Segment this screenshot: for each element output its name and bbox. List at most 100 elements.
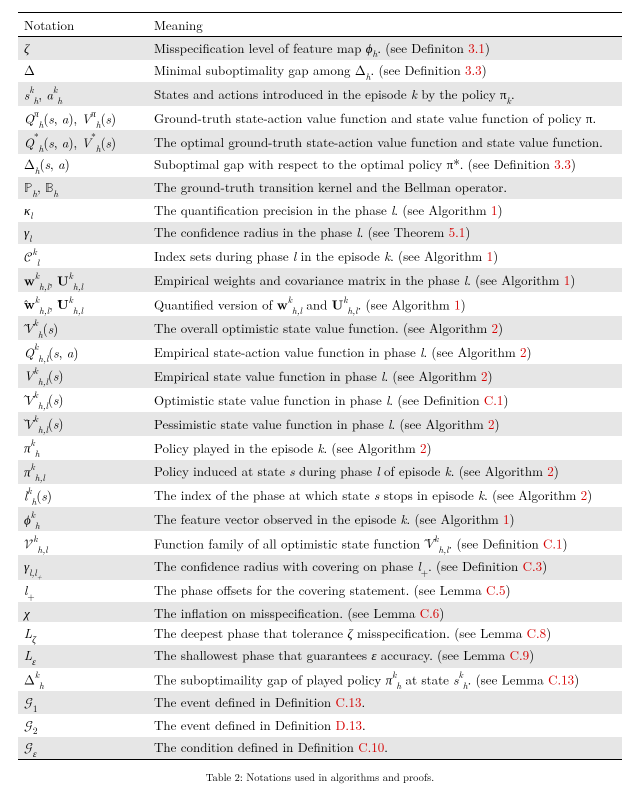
col-meaning-header: Meaning (148, 13, 622, 37)
meaning-cell: The inflation on misspecification. (see … (148, 602, 622, 622)
meaning-cell: Ground-truth state-action value function… (148, 106, 622, 130)
ref-link[interactable]: C.3 (523, 556, 543, 575)
notation-cell: Δkh (18, 668, 148, 692)
ref-link[interactable]: 1 (503, 509, 510, 528)
notation-cell: Q*h(s, a), V*h(s) (18, 130, 148, 154)
ref-link[interactable]: C.10 (358, 737, 384, 756)
table-row: wkh,l, Ukh,lEmpirical weights and covari… (18, 268, 622, 292)
ref-link[interactable]: C.13 (335, 692, 361, 711)
table-row: l+The phase offsets for the covering sta… (18, 580, 622, 603)
meaning-cell: The overall optimistic state value funct… (148, 316, 622, 340)
notation-cell: Vkh(s) (18, 316, 148, 340)
table-row: Δh(s, a)Suboptimal gap with respect to t… (18, 154, 622, 177)
ref-link[interactable]: C.6 (420, 603, 440, 622)
meaning-cell: The deepest phase that tolerance ζ missp… (148, 622, 622, 645)
table-caption: Table 2: Notations used in algorithms an… (18, 760, 622, 785)
meaning-cell: The feature vector observed in the episo… (148, 507, 622, 531)
notation-cell: Vkh,l(s) (18, 412, 148, 436)
table-row: ϕkhThe feature vector observed in the ep… (18, 507, 622, 531)
ref-link[interactable]: 2 (420, 438, 427, 457)
table-row: Vkh,l(s)Optimistic state value function … (18, 388, 622, 412)
meaning-cell: The index of the phase at which state s … (148, 484, 622, 508)
ref-link[interactable]: C.13 (548, 669, 574, 688)
ref-link[interactable]: C.8 (527, 623, 547, 642)
meaning-cell: Misspecification level of feature map ϕh… (148, 37, 622, 60)
table-row: Vkh,l(s)Pessimistic state value function… (18, 412, 622, 436)
table-row: Q*h(s, a), V*h(s)The optimal ground-trut… (18, 130, 622, 154)
ref-link[interactable]: 1 (491, 200, 498, 219)
table-row: 𝒢2The event defined in Definition D.13. (18, 714, 622, 737)
ref-link[interactable]: 2 (488, 414, 495, 433)
meaning-cell: Policy induced at state s during phase l… (148, 460, 622, 484)
meaning-cell: The event defined in Definition C.13. (148, 691, 622, 714)
table-row: χThe inflation on misspecification. (see… (18, 602, 622, 622)
meaning-cell: Minimal suboptimality gap among Δh. (see… (148, 60, 622, 83)
meaning-cell: Suboptimal gap with respect to the optim… (148, 154, 622, 177)
table-row: 𝒢1The event defined in Definition C.13. (18, 691, 622, 714)
meaning-cell: Index sets during phase l in the episode… (148, 244, 622, 268)
col-notation-header: Notation (18, 13, 148, 37)
table-row: ℙh, 𝔹hThe ground-truth transition kernel… (18, 177, 622, 200)
table-row: skh, akhStates and actions introduced in… (18, 82, 622, 106)
meaning-cell: The confidence radius in the phase l. (s… (148, 222, 622, 245)
notation-cell: Δh(s, a) (18, 154, 148, 177)
table-row: ζMisspecification level of feature map ϕ… (18, 37, 622, 60)
ref-link[interactable]: 1 (564, 270, 571, 289)
meaning-cell: Policy played in the episode k. (see Alg… (148, 436, 622, 460)
table-row: γl,l+The confidence radius with covering… (18, 555, 622, 579)
meaning-cell: The ground-truth transition kernel and t… (148, 177, 622, 200)
ref-link[interactable]: 1 (454, 294, 461, 313)
ref-link[interactable]: 1 (487, 246, 494, 265)
notation-cell: Lζ (18, 622, 148, 645)
ref-link[interactable]: 2 (520, 342, 527, 361)
table-row: Qπh(s, a), Vπh(s)Ground-truth state-acti… (18, 106, 622, 130)
meaning-cell: Quantified version of wkh,l and Ukh,l. (… (148, 292, 622, 316)
table-header-row: Notation Meaning (18, 13, 622, 37)
ref-link[interactable]: 3.1 (468, 38, 485, 57)
table-row: πkh,lPolicy induced at state s during ph… (18, 460, 622, 484)
meaning-cell: Empirical state value function in phase … (148, 364, 622, 388)
table-row: 𝒞klIndex sets during phase l in the epis… (18, 244, 622, 268)
notation-cell: Vkh,l(s) (18, 364, 148, 388)
table-row: Vkh,l(s)Empirical state value function i… (18, 364, 622, 388)
notation-cell: Lε (18, 645, 148, 668)
ref-link[interactable]: 3.3 (465, 60, 482, 79)
notation-cell: Qπh(s, a), Vπh(s) (18, 106, 148, 130)
meaning-cell: Empirical weights and covariance matrix … (148, 268, 622, 292)
meaning-cell: States and actions introduced in the epi… (148, 82, 622, 106)
table-row: LεThe shallowest phase that guarantees ε… (18, 645, 622, 668)
meaning-cell: The shallowest phase that guarantees ε a… (148, 645, 622, 668)
ref-link[interactable]: C.1 (484, 390, 504, 409)
meaning-cell: The quantification precision in the phas… (148, 199, 622, 222)
ref-link[interactable]: 3.3 (554, 154, 571, 173)
meaning-cell: Optimistic state value function in phase… (148, 388, 622, 412)
notation-cell: 𝒞kl (18, 244, 148, 268)
ref-link[interactable]: C.5 (486, 580, 506, 599)
ref-link[interactable]: 2 (492, 318, 499, 337)
ref-link[interactable]: 2 (481, 366, 488, 385)
page: Notation Meaning ζMisspecification level… (0, 0, 640, 793)
notation-cell: πkh (18, 436, 148, 460)
meaning-cell: The optimal ground-truth state-action va… (148, 130, 622, 154)
ref-link[interactable]: 2 (547, 461, 554, 480)
meaning-cell: Empirical state-action value function in… (148, 340, 622, 364)
ref-link[interactable]: 2 (581, 485, 588, 504)
ref-link[interactable]: D.13 (335, 715, 362, 734)
notation-cell: 𝒢ε (18, 737, 148, 760)
ref-link[interactable]: C.1 (543, 533, 563, 552)
notation-cell: κl (18, 199, 148, 222)
ref-link[interactable]: C.9 (510, 645, 530, 664)
notation-table: Notation Meaning ζMisspecification level… (18, 12, 622, 760)
table-row: Qkh,l(s, a)Empirical state-action value … (18, 340, 622, 364)
notation-cell: 𝒢2 (18, 714, 148, 737)
meaning-cell: The suboptimaility gap of played policy … (148, 668, 622, 692)
table-body: ζMisspecification level of feature map ϕ… (18, 37, 622, 760)
notation-cell: γl,l+ (18, 555, 148, 579)
meaning-cell: The condition defined in Definition C.10… (148, 737, 622, 760)
ref-link[interactable]: 5.1 (449, 222, 466, 241)
notation-cell: πkh,l (18, 460, 148, 484)
table-row: wkh,l, Ukh,lQuantified version of wkh,l … (18, 292, 622, 316)
notation-cell: ℙh, 𝔹h (18, 177, 148, 200)
meaning-cell: The event defined in Definition D.13. (148, 714, 622, 737)
table-row: Vkh(s)The overall optimistic state value… (18, 316, 622, 340)
